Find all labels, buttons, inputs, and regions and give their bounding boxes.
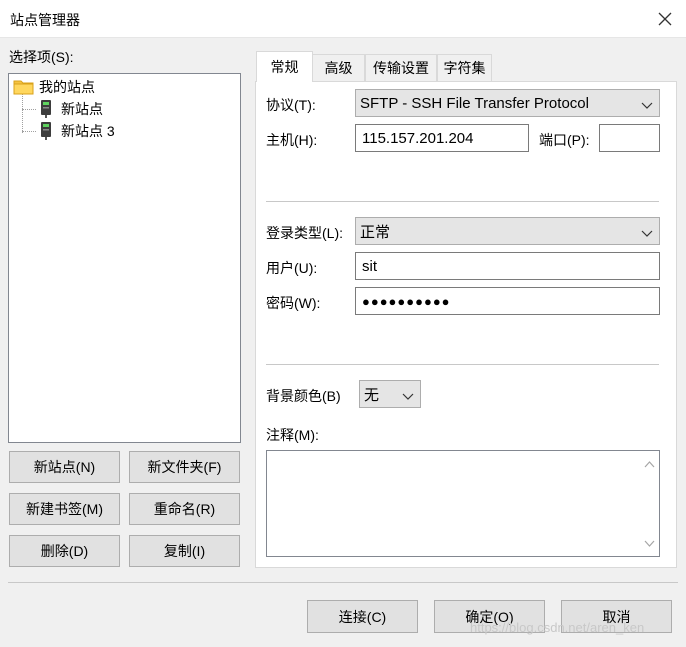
tree-item-label: 新站点: [61, 101, 103, 117]
protocol-label: 协议(T):: [266, 97, 316, 113]
scroll-up-icon: [644, 461, 655, 468]
tree-item-new-site-3[interactable]: 新站点 3: [37, 121, 115, 141]
tab-charset[interactable]: 字符集: [437, 54, 492, 81]
footer-separator: [8, 582, 678, 583]
tree-item-my-sites[interactable]: 我的站点: [13, 77, 95, 97]
chevron-down-icon: [402, 389, 414, 406]
tree-item-label: 新站点 3: [61, 123, 115, 139]
bg-color-select[interactable]: 无: [359, 380, 421, 408]
delete-button[interactable]: 删除(D): [9, 535, 120, 567]
port-label: 端口(P):: [539, 132, 590, 148]
tree-item-new-site[interactable]: 新站点: [37, 99, 103, 119]
bg-color-value: 无: [364, 386, 380, 404]
copy-button[interactable]: 复制(I): [129, 535, 240, 567]
bg-color-label: 背景颜色(B): [266, 388, 341, 404]
tree-item-label: 我的站点: [39, 79, 95, 95]
tab-transfer-settings[interactable]: 传输设置: [365, 54, 437, 81]
user-label: 用户(U):: [266, 260, 318, 276]
separator: [266, 201, 659, 202]
new-folder-button[interactable]: 新文件夹(F): [129, 451, 240, 483]
folder-icon: [13, 78, 35, 96]
password-label: 密码(W):: [266, 295, 321, 311]
user-input[interactable]: sit: [355, 252, 660, 280]
site-tree[interactable]: 我的站点 新站点 新站点 3: [8, 73, 241, 443]
tree-connector: [22, 131, 36, 132]
tab-general[interactable]: 常规: [256, 51, 313, 82]
host-label: 主机(H):: [266, 132, 318, 148]
login-type-label: 登录类型(L):: [266, 225, 343, 241]
port-input[interactable]: [599, 124, 660, 152]
chevron-down-icon: [641, 98, 653, 115]
connect-button[interactable]: 连接(C): [307, 600, 418, 633]
chevron-down-icon: [641, 226, 653, 243]
rename-button[interactable]: 重命名(R): [129, 493, 240, 525]
password-input[interactable]: ●●●●●●●●●●: [355, 287, 660, 315]
comment-textarea[interactable]: [266, 450, 660, 557]
select-entry-label: 选择项(S):: [9, 49, 74, 65]
server-icon: [37, 121, 55, 141]
tree-connector: [22, 109, 36, 110]
title-bar: 站点管理器: [0, 0, 686, 38]
login-type-value: 正常: [360, 223, 391, 241]
close-icon[interactable]: [652, 6, 678, 32]
new-bookmark-button[interactable]: 新建书签(M): [9, 493, 120, 525]
protocol-value: SFTP - SSH File Transfer Protocol: [360, 94, 589, 112]
login-type-select[interactable]: 正常: [355, 217, 660, 245]
separator: [266, 364, 659, 365]
new-site-button[interactable]: 新站点(N): [9, 451, 120, 483]
tab-advanced[interactable]: 高级: [312, 54, 365, 81]
comment-label: 注释(M):: [266, 427, 319, 443]
window-title: 站点管理器: [10, 12, 80, 28]
scroll-down-icon: [644, 540, 655, 547]
scrollbar[interactable]: [641, 452, 658, 555]
server-icon: [37, 99, 55, 119]
protocol-select[interactable]: SFTP - SSH File Transfer Protocol: [355, 89, 660, 117]
host-input[interactable]: 115.157.201.204: [355, 124, 529, 152]
tree-connector: [22, 94, 23, 133]
watermark: https://blog.csdn.net/aren_ken: [470, 620, 645, 635]
